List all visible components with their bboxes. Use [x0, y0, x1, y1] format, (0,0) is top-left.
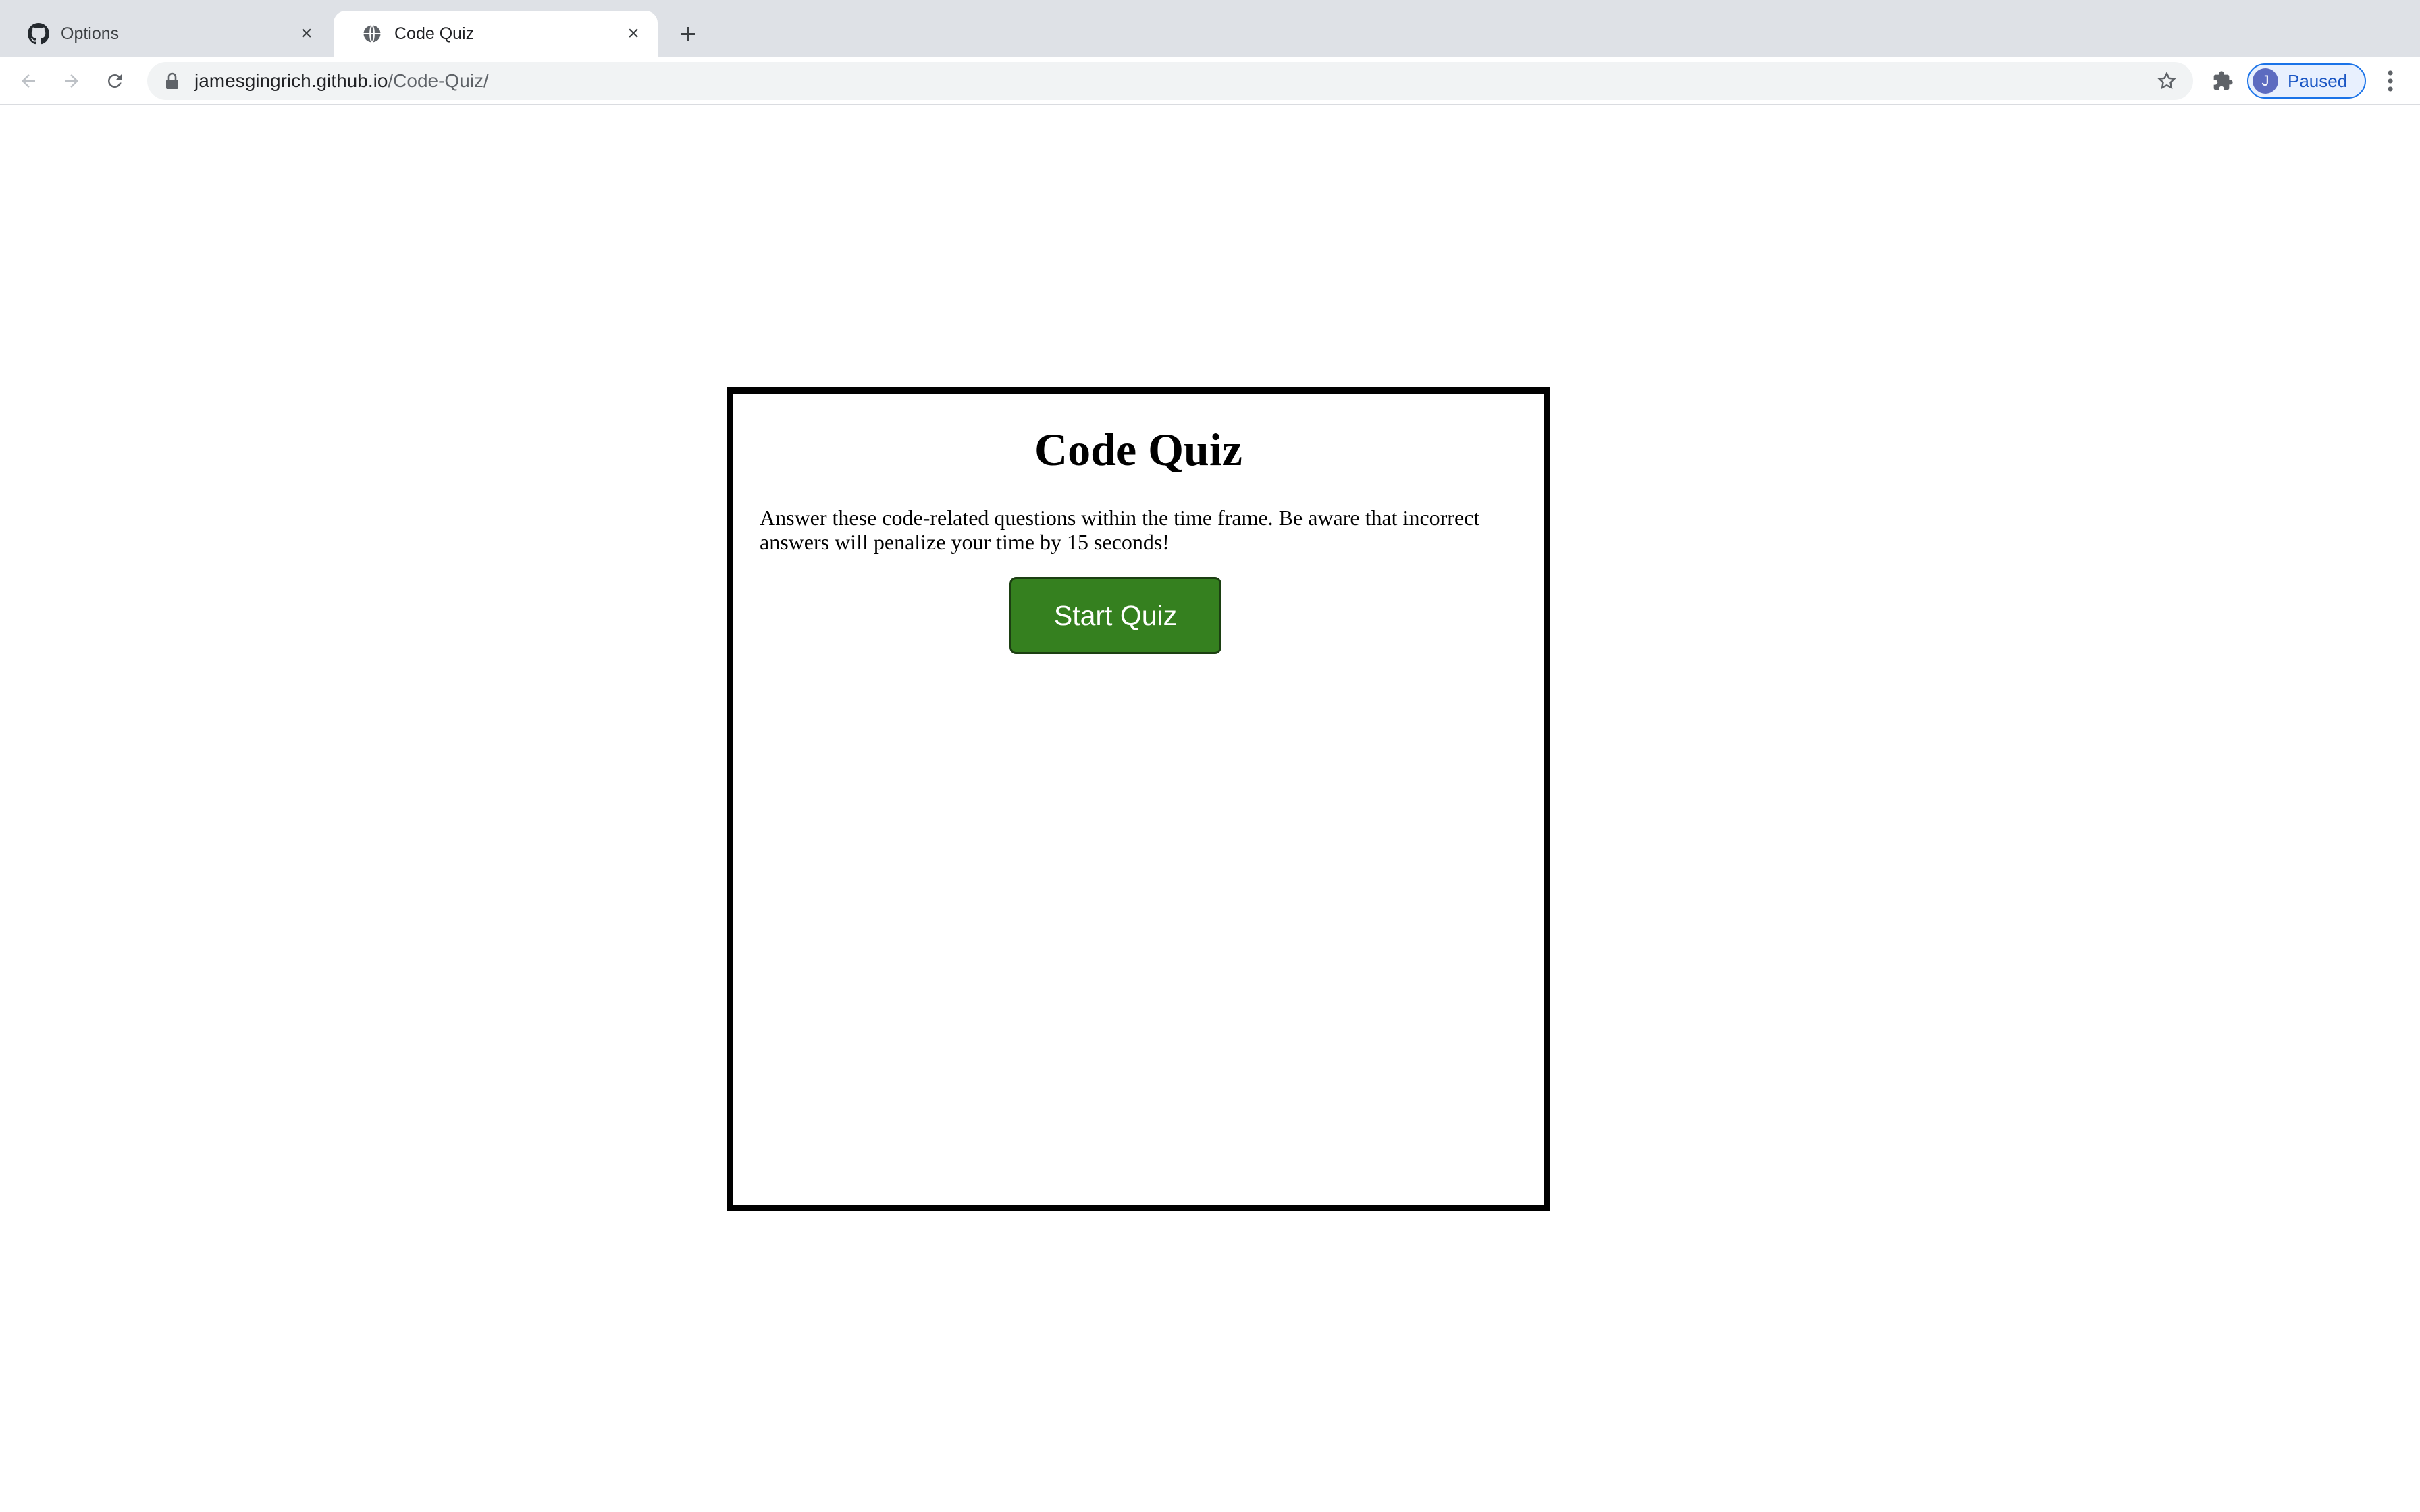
reload-icon	[108, 74, 122, 88]
tab-code-quiz[interactable]: Code Quiz ×	[334, 11, 658, 57]
github-icon	[27, 22, 50, 45]
tab-options[interactable]: Options ×	[0, 11, 331, 57]
tab-title: Code Quiz	[394, 24, 475, 43]
arrow-left-icon	[22, 74, 35, 88]
reload-button[interactable]	[99, 65, 131, 97]
start-quiz-button[interactable]: Start Quiz	[1009, 577, 1221, 654]
quiz-container: Code Quiz Answer these code-related ques…	[727, 387, 1550, 1211]
arrow-right-icon	[65, 74, 78, 88]
globe-icon	[361, 22, 384, 45]
url-path: /Code-Quiz/	[388, 70, 489, 91]
bookmark-star-icon[interactable]	[2155, 70, 2178, 92]
avatar: J	[2253, 68, 2278, 94]
quiz-description: Answer these code-related questions with…	[760, 506, 1480, 554]
forward-button[interactable]	[55, 65, 88, 97]
page-title: Code Quiz	[1034, 424, 1242, 475]
tab-strip: Options × Code Quiz × +	[0, 0, 2420, 57]
profile-status-label: Paused	[2288, 70, 2348, 91]
browser-toolbar: jamesgingrich.github.io/Code-Quiz/ J Pau…	[0, 57, 2420, 105]
profile-button[interactable]: J Paused	[2247, 63, 2366, 99]
back-button[interactable]	[12, 65, 45, 97]
tab-title: Options	[61, 24, 120, 43]
address-bar[interactable]: jamesgingrich.github.io/Code-Quiz/	[147, 62, 2193, 100]
close-tab-icon[interactable]: ×	[621, 22, 646, 46]
more-menu-icon[interactable]	[2375, 66, 2405, 96]
close-tab-icon[interactable]: ×	[294, 22, 319, 46]
url-host: jamesgingrich.github.io	[194, 70, 388, 91]
extensions-puzzle-icon[interactable]	[2208, 66, 2238, 96]
lock-icon[interactable]	[162, 71, 182, 91]
new-tab-button[interactable]: +	[672, 18, 704, 50]
url-text: jamesgingrich.github.io/Code-Quiz/	[194, 70, 489, 92]
